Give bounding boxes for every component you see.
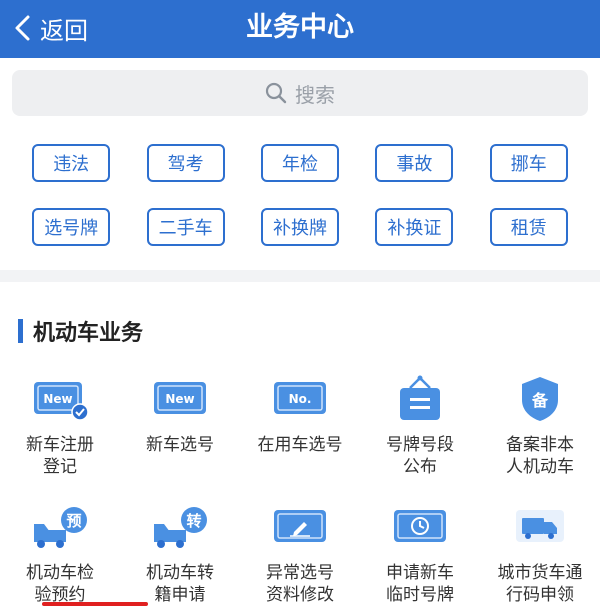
tag-violation[interactable]: 违法: [32, 144, 111, 182]
service-label: 号牌号段 公布: [386, 435, 454, 477]
service-label: 机动车检 验预约: [26, 563, 94, 605]
new-plate-icon: New: [154, 382, 206, 414]
tag-move-car[interactable]: 挪车: [489, 144, 568, 182]
section-title: 机动车业务: [33, 321, 144, 346]
page-title: 业务中心: [246, 12, 354, 43]
service-abnormal-number-edit[interactable]: 异常选号 资料修改: [240, 502, 360, 616]
search-icon: [265, 82, 287, 104]
service-label: 城市货车通 行码申领: [497, 563, 583, 605]
tag-accident[interactable]: 事故: [375, 144, 454, 182]
service-label: 申请新车 临时号牌: [386, 563, 454, 605]
tag-replace-license[interactable]: 补换证: [375, 208, 454, 246]
service-label: 异常选号 资料修改: [266, 563, 334, 605]
red-underline-annotation: [42, 602, 148, 606]
new-plate-check-icon: New: [34, 382, 89, 421]
service-inspection-reservation[interactable]: 预 机动车检 验预约: [0, 502, 120, 616]
tag-used-car[interactable]: 二手车: [146, 208, 225, 246]
tag-driving-exam[interactable]: 驾考: [146, 144, 225, 182]
svg-text:New: New: [165, 392, 194, 406]
app-header: 返回 业务中心: [0, 0, 600, 58]
shield-record-icon: 备: [522, 377, 558, 421]
section-heading: 机动车业务: [18, 318, 144, 346]
service-temporary-plate[interactable]: 申请新车 临时号牌: [360, 502, 480, 616]
service-label: 备案非本 人机动车: [506, 435, 574, 477]
svg-text:转: 转: [186, 512, 201, 530]
tag-row-1: 违法 驾考 年检 事故 挪车: [0, 144, 600, 182]
search-input[interactable]: 搜索: [12, 70, 588, 116]
service-used-car-number[interactable]: No. 在用车选号: [240, 374, 360, 502]
service-grid: New 新车注册 登记 New 新车选号 No. 在用车选号 号牌号段 公布 备…: [0, 374, 600, 616]
section-accent-bar: [18, 319, 23, 343]
service-plate-range-publish[interactable]: 号牌号段 公布: [360, 374, 480, 502]
search-area: 搜索 违法 驾考 年检 事故 挪车 选号牌 二手车 补换牌 补换证 租赁: [0, 58, 600, 270]
vehicle-service-section: 机动车业务 New 新车注册 登记 New 新车选号 No. 在用车选号 号牌号…: [0, 282, 600, 616]
no-plate-icon: No.: [274, 382, 326, 414]
tag-replace-plate[interactable]: 补换牌: [260, 208, 339, 246]
service-new-car-number[interactable]: New 新车选号: [120, 374, 240, 502]
hanging-sign-icon: [400, 375, 440, 420]
truck-transfer-icon: 转: [154, 507, 207, 548]
service-record-non-owner-vehicle[interactable]: 备 备案非本 人机动车: [480, 374, 600, 502]
svg-text:预: 预: [66, 512, 81, 530]
tag-rental[interactable]: 租赁: [489, 208, 568, 246]
svg-text:备: 备: [531, 391, 549, 410]
tag-annual-inspection[interactable]: 年检: [260, 144, 339, 182]
service-label: 机动车转 籍申请: [146, 563, 214, 605]
search-placeholder: 搜索: [295, 82, 335, 107]
svg-text:New: New: [43, 392, 72, 406]
service-label: 在用车选号: [257, 435, 343, 455]
service-transfer-application[interactable]: 转 机动车转 籍申请: [120, 502, 240, 616]
service-label: 新车选号: [146, 435, 214, 455]
quick-tags: 违法 驾考 年检 事故 挪车 选号牌 二手车 补换牌 补换证 租赁: [0, 144, 600, 272]
service-label: 新车注册 登记: [26, 435, 94, 477]
tag-row-2: 选号牌 二手车 补换牌 补换证 租赁: [0, 208, 600, 246]
tag-select-plate[interactable]: 选号牌: [32, 208, 111, 246]
cargo-truck-icon: [516, 510, 564, 542]
plate-edit-icon: [274, 510, 326, 542]
service-new-car-registration[interactable]: New 新车注册 登记: [0, 374, 120, 502]
truck-reserve-icon: 预: [34, 507, 87, 548]
service-cargo-pass-code[interactable]: 城市货车通 行码申领: [480, 502, 600, 616]
plate-clock-icon: [394, 510, 446, 542]
svg-text:No.: No.: [289, 392, 312, 406]
